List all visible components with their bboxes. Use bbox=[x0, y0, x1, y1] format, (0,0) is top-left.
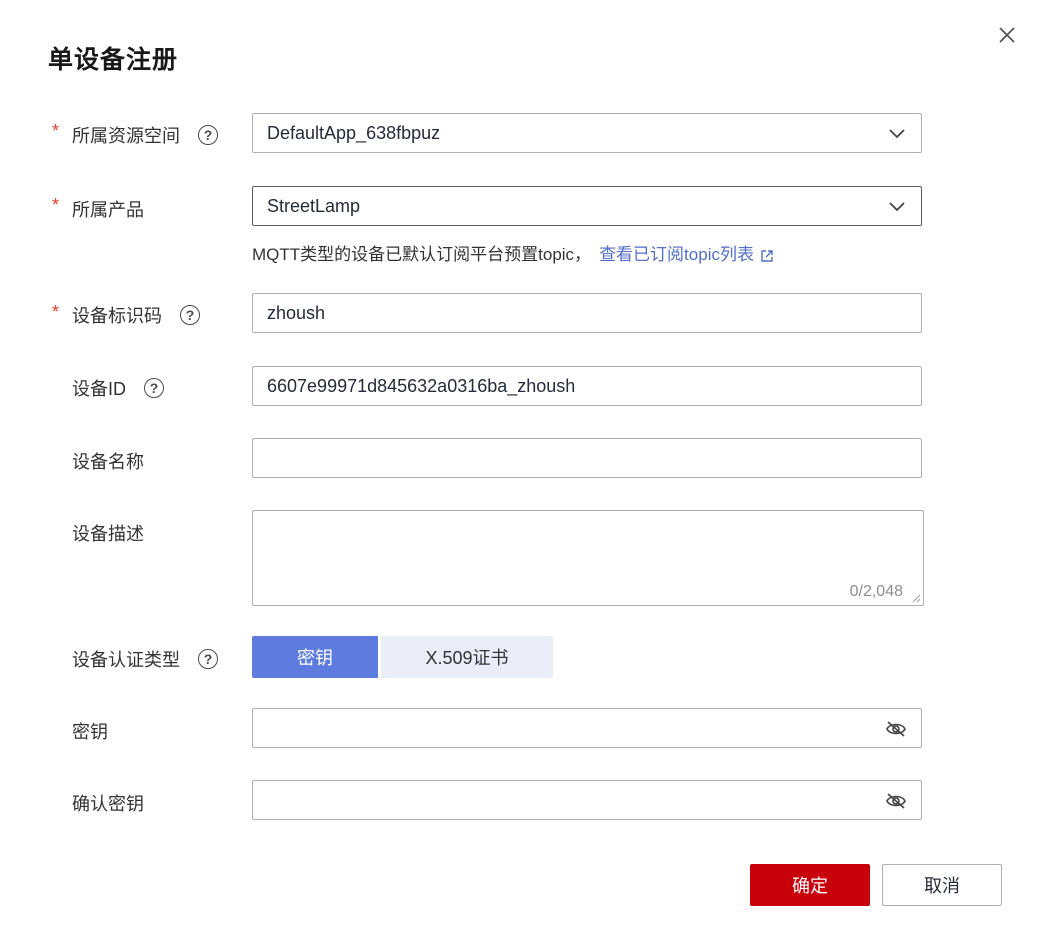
resource-space-label-text: 所属资源空间 bbox=[72, 126, 180, 146]
device-name-input[interactable] bbox=[252, 438, 922, 478]
auth-x509-option[interactable]: X.509证书 bbox=[381, 636, 553, 678]
product-select[interactable]: StreetLamp bbox=[252, 186, 922, 226]
eye-off-icon[interactable] bbox=[885, 720, 907, 738]
auth-type-label-text: 设备认证类型 bbox=[72, 650, 180, 670]
device-name-label: 设备名称 bbox=[72, 448, 144, 474]
required-mark: * bbox=[52, 121, 60, 141]
close-icon[interactable] bbox=[996, 24, 1018, 46]
resource-space-select[interactable]: DefaultApp_638fbpuz bbox=[252, 113, 922, 153]
device-id-input[interactable]: 6607e99971d845632a0316ba_zhoush bbox=[252, 366, 922, 406]
description-label: 设备描述 bbox=[72, 520, 144, 546]
product-label-text: 所属产品 bbox=[72, 200, 144, 220]
node-id-label: 设备标识码 ? bbox=[72, 302, 200, 328]
device-id-label: 设备ID ? bbox=[72, 375, 164, 401]
confirm-secret-label: 确认密钥 bbox=[72, 790, 144, 816]
confirm-secret-input[interactable] bbox=[252, 780, 922, 820]
help-icon[interactable]: ? bbox=[198, 649, 218, 669]
resource-space-label: 所属资源空间 ? bbox=[72, 122, 218, 148]
chevron-down-icon bbox=[889, 129, 905, 139]
description-textarea[interactable]: 0/2,048 bbox=[252, 510, 924, 606]
chevron-down-icon bbox=[889, 202, 905, 212]
product-label: 所属产品 bbox=[72, 196, 144, 222]
confirm-secret-label-text: 确认密钥 bbox=[72, 794, 144, 814]
register-device-dialog: 单设备注册 * 所属资源空间 ? DefaultApp_638fbpuz * 所… bbox=[0, 0, 1045, 951]
topic-hint-text: MQTT类型的设备已默认订阅平台预置topic， bbox=[252, 245, 592, 264]
secret-label: 密钥 bbox=[72, 718, 108, 744]
cancel-button[interactable]: 取消 bbox=[882, 864, 1002, 906]
product-value: StreetLamp bbox=[267, 195, 361, 216]
secret-input[interactable] bbox=[252, 708, 922, 748]
device-id-label-text: 设备ID bbox=[72, 379, 126, 399]
dialog-title: 单设备注册 bbox=[48, 46, 179, 74]
device-id-value: 6607e99971d845632a0316ba_zhoush bbox=[267, 375, 576, 396]
view-topics-link[interactable]: 查看已订阅topic列表 bbox=[599, 245, 754, 264]
topic-hint: MQTT类型的设备已默认订阅平台预置topic， 查看已订阅topic列表 bbox=[252, 240, 774, 265]
node-id-value: zhoush bbox=[267, 302, 326, 323]
resize-handle-icon[interactable] bbox=[911, 593, 921, 603]
char-counter: 0/2,048 bbox=[849, 583, 903, 600]
device-name-label-text: 设备名称 bbox=[72, 452, 144, 472]
description-label-text: 设备描述 bbox=[72, 524, 144, 544]
required-mark: * bbox=[52, 195, 60, 215]
node-id-input[interactable]: zhoush bbox=[252, 293, 922, 333]
help-icon[interactable]: ? bbox=[198, 125, 218, 145]
node-id-label-text: 设备标识码 bbox=[72, 306, 162, 326]
confirm-button[interactable]: 确定 bbox=[750, 864, 870, 906]
auth-type-label: 设备认证类型 ? bbox=[72, 646, 218, 672]
help-icon[interactable]: ? bbox=[144, 378, 164, 398]
required-mark: * bbox=[52, 302, 60, 322]
help-icon[interactable]: ? bbox=[180, 305, 200, 325]
external-link-icon[interactable] bbox=[760, 249, 774, 263]
auth-secret-option[interactable]: 密钥 bbox=[252, 636, 378, 678]
resource-space-value: DefaultApp_638fbpuz bbox=[267, 122, 441, 143]
eye-off-icon[interactable] bbox=[885, 792, 907, 810]
secret-label-text: 密钥 bbox=[72, 722, 108, 742]
